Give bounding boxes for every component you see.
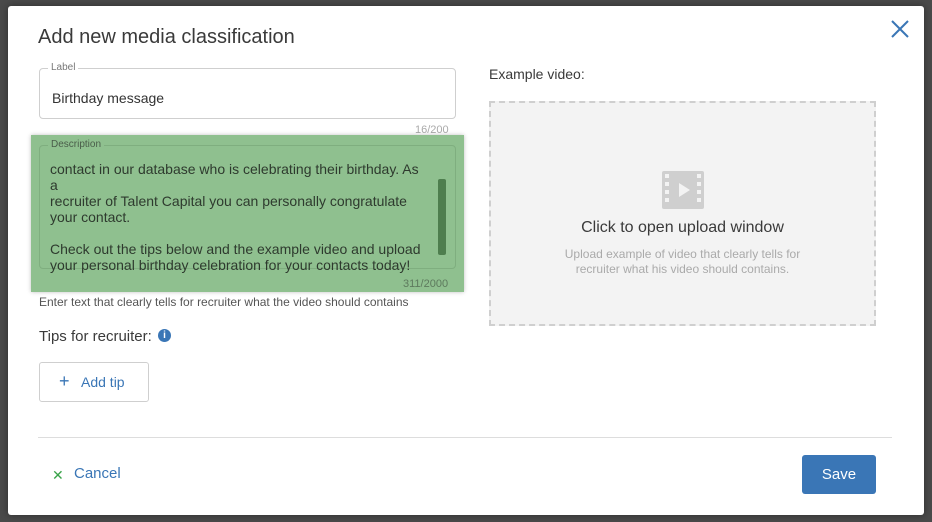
- upload-title: Click to open upload window: [581, 219, 784, 236]
- add-tip-button[interactable]: + Add tip: [39, 362, 149, 402]
- label-field-legend: Label: [48, 62, 79, 73]
- video-film-icon: [662, 171, 704, 209]
- description-scrollbar[interactable]: [438, 179, 446, 255]
- close-icon[interactable]: [889, 18, 911, 40]
- description-textarea[interactable]: contact in our database who is celebrati…: [50, 161, 430, 273]
- plus-icon: +: [59, 371, 70, 391]
- example-video-label: Example video:: [489, 66, 585, 82]
- description-highlight: Description contact in our database who …: [31, 135, 464, 292]
- description-field-legend: Description: [48, 139, 105, 150]
- dialog-title: Add new media classification: [38, 26, 295, 48]
- footer-divider: [38, 437, 892, 438]
- info-icon[interactable]: i: [158, 329, 171, 342]
- label-field[interactable]: Label: [39, 62, 456, 119]
- upload-subtitle: Upload example of video that clearly tel…: [564, 247, 801, 276]
- upload-dropzone[interactable]: Click to open upload window Upload examp…: [489, 101, 876, 326]
- cancel-icon: ✕: [52, 467, 64, 483]
- description-field[interactable]: Description contact in our database who …: [39, 139, 456, 273]
- add-tip-label: Add tip: [81, 374, 125, 390]
- tips-label: Tips for recruiter:: [39, 328, 152, 345]
- dialog: Add new media classification Label 16/20…: [8, 6, 924, 515]
- save-button[interactable]: Save: [802, 455, 876, 494]
- description-counter: 311/2000: [403, 278, 449, 290]
- label-input[interactable]: [50, 89, 444, 107]
- cancel-label: Cancel: [74, 465, 121, 482]
- description-helper-text: Enter text that clearly tells for recrui…: [39, 295, 409, 309]
